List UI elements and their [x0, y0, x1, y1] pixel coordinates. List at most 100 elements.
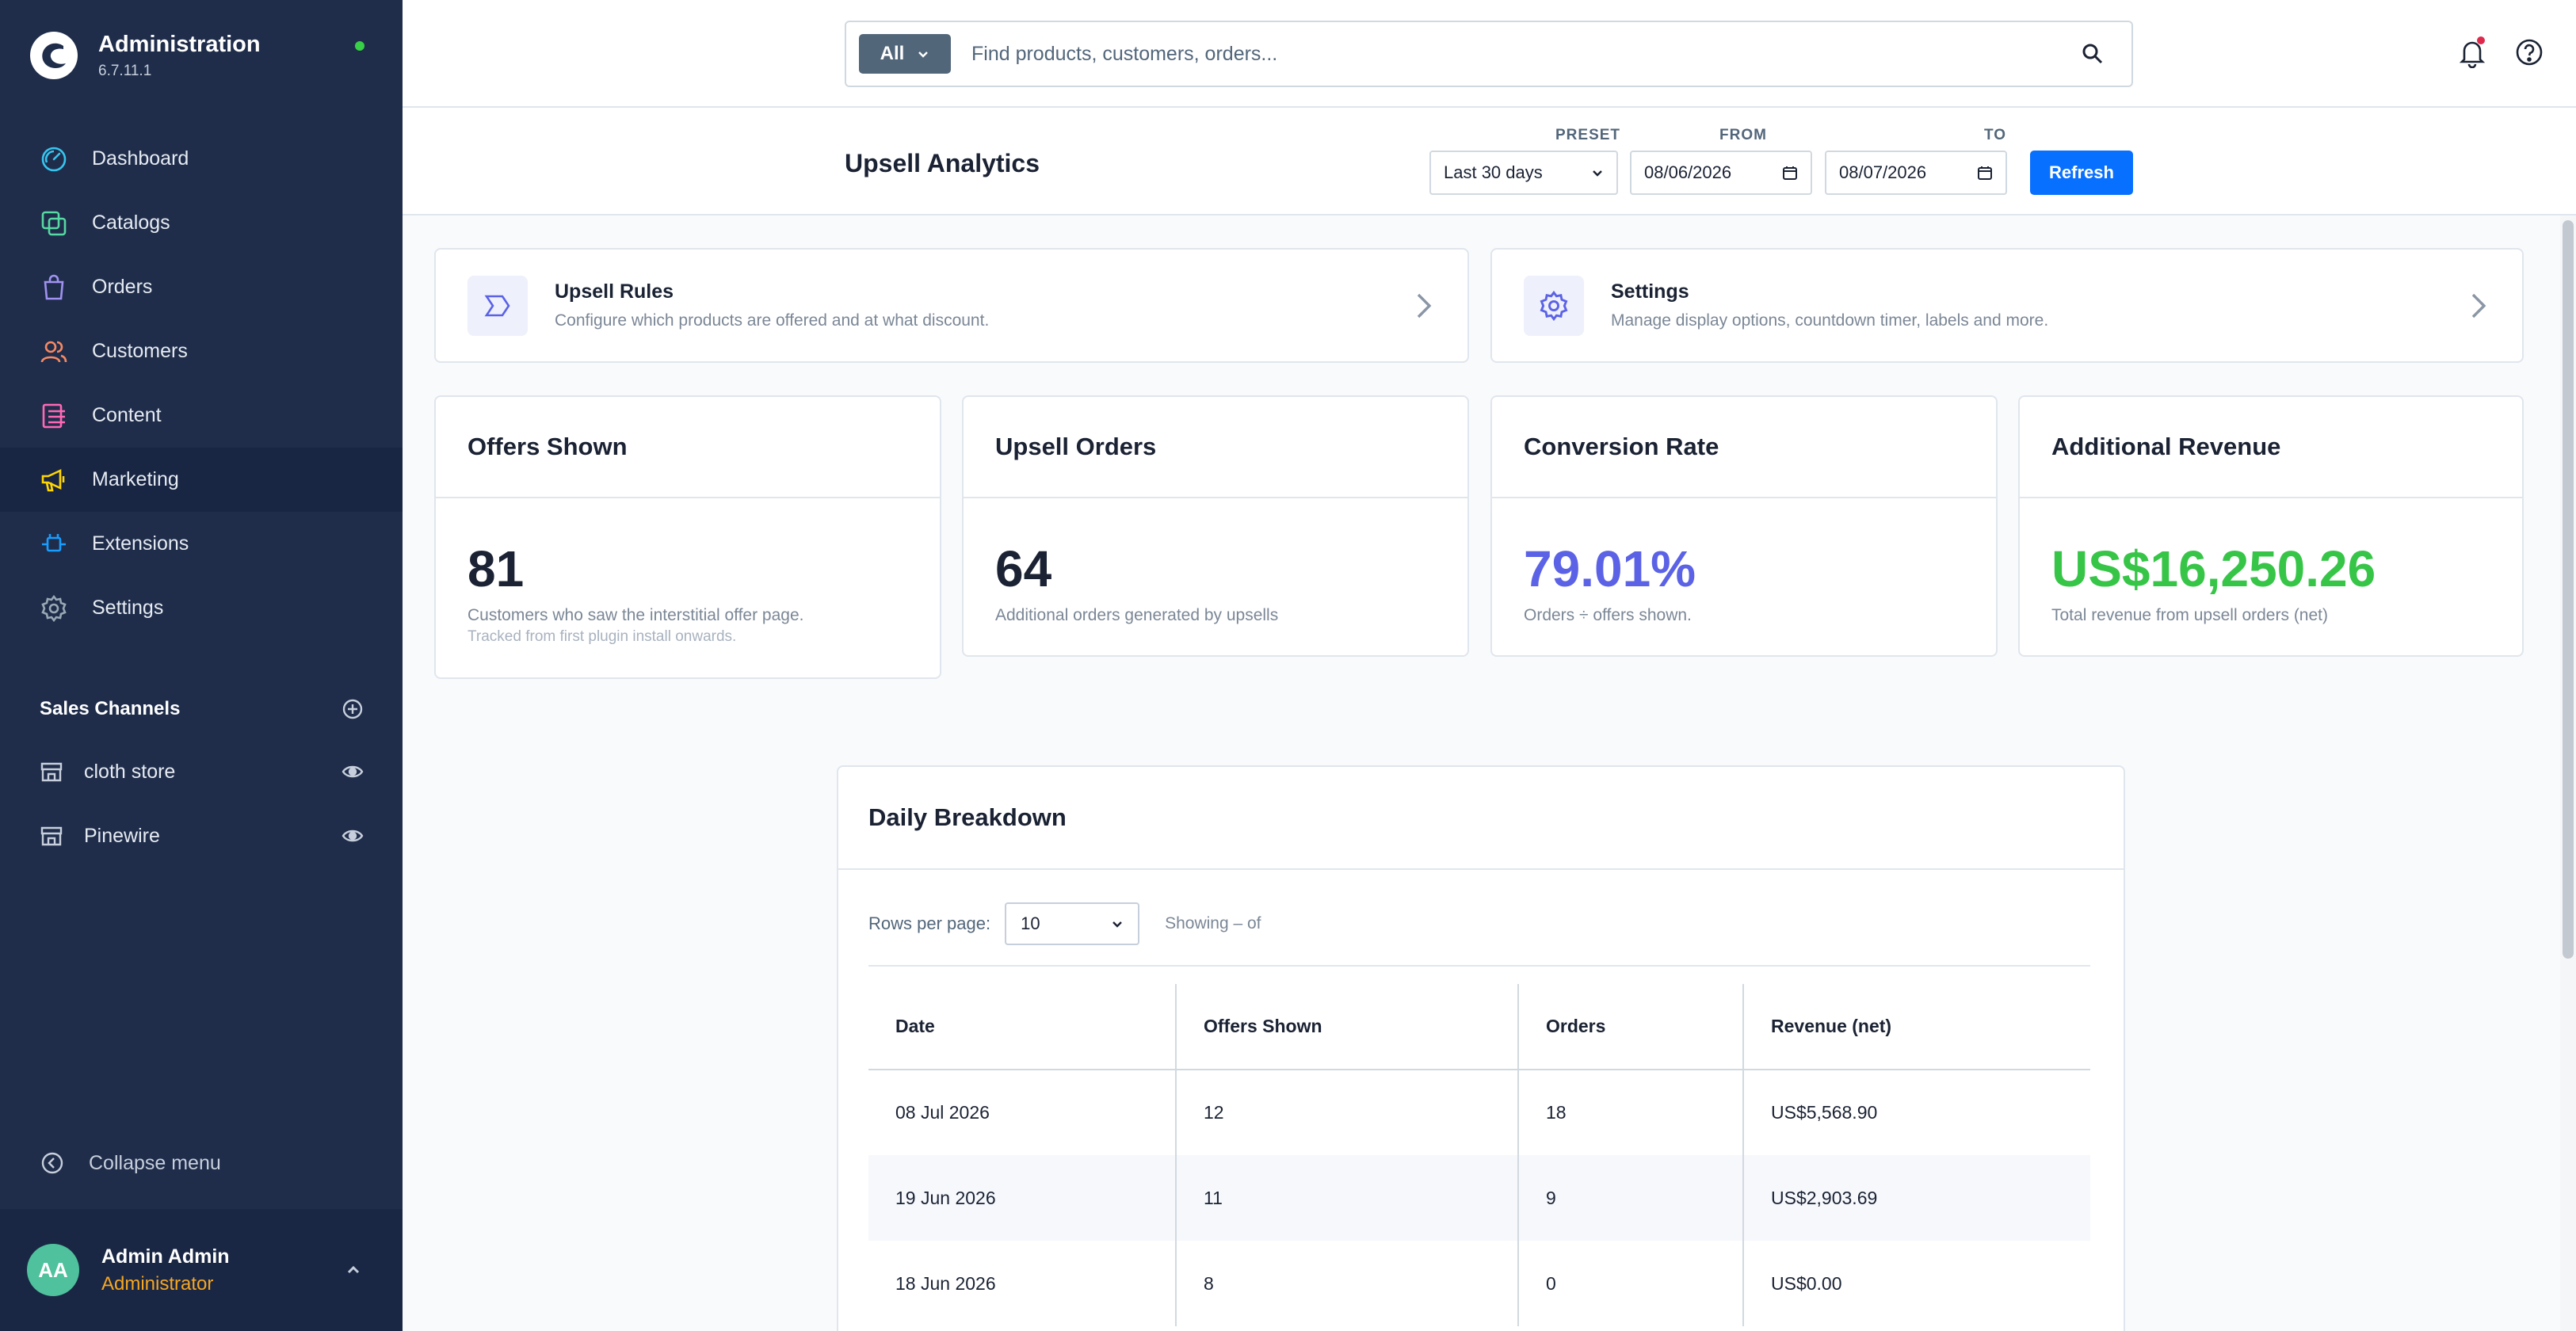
from-date-value: 08/06/2026 [1644, 162, 1732, 182]
nav-label: Extensions [92, 532, 189, 555]
top-bar: All [403, 0, 2576, 108]
upsell-rules-icon [484, 295, 510, 316]
nav-item-catalogs[interactable]: Catalogs [0, 191, 403, 255]
sales-channel-label: cloth store [84, 760, 176, 783]
storefront-icon [40, 826, 63, 846]
column-header-date[interactable]: Date [868, 984, 1176, 1070]
cell-offers-shown: 8 [1175, 1241, 1518, 1326]
stat-value: US$16,250.26 [2051, 540, 2376, 597]
global-search: All [845, 21, 2133, 87]
cell-offers-shown: 12 [1175, 1070, 1518, 1155]
content-icon [42, 403, 65, 428]
table-header-row: Date Offers Shown Orders Revenue (net) [868, 984, 2090, 1070]
stat-card-upsell-orders: Upsell Orders 64 Additional orders gener… [962, 395, 1469, 657]
stat-subtitle: Customers who saw the interstitial offer… [467, 606, 804, 624]
cell-revenue: US$0.00 [1742, 1241, 2090, 1326]
stat-value: 81 [467, 540, 525, 597]
upsell-rules-card[interactable]: Upsell Rules Configure which products ar… [434, 248, 1469, 363]
showing-text: Showing – of [1165, 914, 1261, 932]
cell-orders: 18 [1517, 1070, 1743, 1155]
chevron-right-icon [2471, 293, 2486, 318]
chevron-down-icon [918, 51, 929, 58]
search-icon[interactable] [2081, 42, 2105, 66]
eye-icon[interactable] [341, 824, 364, 848]
rows-per-page-value: 10 [1021, 913, 1040, 933]
table-row: 18 Jun 2026 8 0 US$0.00 [868, 1241, 2090, 1326]
column-header-offers-shown[interactable]: Offers Shown [1175, 984, 1518, 1070]
catalogs-icon [41, 211, 67, 235]
to-label: TO [1984, 127, 2007, 143]
preset-select[interactable]: Last 30 days [1429, 151, 1618, 195]
stat-note: Tracked from first plugin install onward… [467, 628, 737, 645]
upsell-rules-desc: Configure which products are offered and… [555, 311, 990, 330]
nav-item-content[interactable]: Content [0, 383, 403, 448]
daily-breakdown-table: Date Offers Shown Orders Revenue (net) 0… [868, 984, 2090, 1326]
from-label: FROM [1719, 127, 1767, 143]
add-channel-icon[interactable] [341, 697, 364, 721]
refresh-button[interactable]: Refresh [2030, 151, 2133, 195]
nav-item-dashboard[interactable]: Dashboard [0, 127, 403, 191]
to-date-input[interactable]: 08/07/2026 [1825, 151, 2007, 195]
settings-icon [41, 594, 67, 622]
brand-version: 6.7.11.1 [98, 62, 152, 79]
page-title: Upsell Analytics [845, 149, 1040, 177]
nav-item-marketing[interactable]: Marketing [0, 448, 403, 512]
user-menu[interactable]: AA Admin Admin Administrator [0, 1209, 403, 1331]
cell-date: 08 Jul 2026 [895, 1102, 990, 1123]
stat-card-conversion-rate: Conversion Rate 79.01% Orders ÷ offers s… [1490, 395, 1998, 657]
cell-revenue: US$2,903.69 [1742, 1155, 2090, 1241]
user-role: Administrator [101, 1272, 214, 1295]
chevron-down-icon [1112, 921, 1122, 928]
collapse-menu-button[interactable]: Collapse menu [40, 1150, 221, 1176]
stat-subtitle: Total revenue from upsell orders (net) [2051, 606, 2328, 624]
brand-title: Administration [98, 31, 261, 57]
nav-label: Orders [92, 276, 153, 298]
chevron-down-icon [1593, 170, 1602, 177]
user-name: Admin Admin [101, 1245, 230, 1268]
table-row: 19 Jun 2026 11 9 US$2,903.69 [868, 1155, 2090, 1241]
sales-channel-item[interactable]: cloth store [40, 748, 364, 795]
stat-value: 79.01% [1524, 540, 1696, 597]
nav-item-orders[interactable]: Orders [0, 255, 403, 319]
help-icon[interactable] [2513, 36, 2545, 68]
rows-per-page-select[interactable]: 10 [1005, 902, 1140, 945]
orders-icon [44, 274, 64, 299]
search-scope-label: All [880, 43, 905, 64]
nav-item-settings[interactable]: Settings [0, 576, 403, 640]
upsell-rules-icon-box [467, 275, 528, 336]
column-header-revenue[interactable]: Revenue (net) [1742, 984, 2090, 1070]
column-header-orders[interactable]: Orders [1517, 984, 1743, 1070]
chevron-up-icon [347, 1265, 360, 1274]
sales-channel-item[interactable]: Pinewire [40, 812, 364, 860]
calendar-icon[interactable] [1977, 165, 1993, 181]
cell-revenue: US$5,568.90 [1742, 1070, 2090, 1155]
main-nav: Dashboard Catalogs Orders Customers Cont… [0, 127, 403, 640]
preset-value: Last 30 days [1444, 162, 1543, 182]
from-date-input[interactable]: 08/06/2026 [1630, 151, 1812, 195]
nav-item-extensions[interactable]: Extensions [0, 512, 403, 576]
notification-badge [2477, 36, 2485, 44]
cell-date: 18 Jun 2026 [895, 1272, 996, 1294]
nav-item-customers[interactable]: Customers [0, 319, 403, 383]
cell-orders: 9 [1517, 1155, 1743, 1241]
collapse-label: Collapse menu [89, 1151, 221, 1174]
stat-title: Upsell Orders [964, 397, 1467, 498]
eye-icon[interactable] [341, 760, 364, 784]
sales-channels-header: Sales Channels [40, 697, 364, 721]
status-dot [355, 41, 364, 51]
sidebar: Administration 6.7.11.1 Dashboard Catalo… [0, 0, 403, 1331]
brand[interactable]: Administration 6.7.11.1 [29, 30, 261, 81]
stat-subtitle: Orders ÷ offers shown. [1524, 606, 1692, 624]
table-row: 08 Jul 2026 12 18 US$5,568.90 [868, 1070, 2090, 1155]
nav-label: Dashboard [92, 147, 189, 170]
settings-card-title: Settings [1611, 280, 1689, 303]
scrollbar-thumb[interactable] [2563, 220, 2574, 959]
settings-icon-box [1524, 275, 1584, 336]
dashboard-icon [41, 147, 67, 171]
calendar-icon[interactable] [1782, 165, 1798, 181]
search-scope-select[interactable]: All [859, 34, 951, 74]
settings-card[interactable]: Settings Manage display options, countdo… [1490, 248, 2524, 363]
gear-icon [1540, 290, 1568, 321]
search-input[interactable] [971, 42, 2081, 66]
storefront-icon [40, 762, 63, 782]
